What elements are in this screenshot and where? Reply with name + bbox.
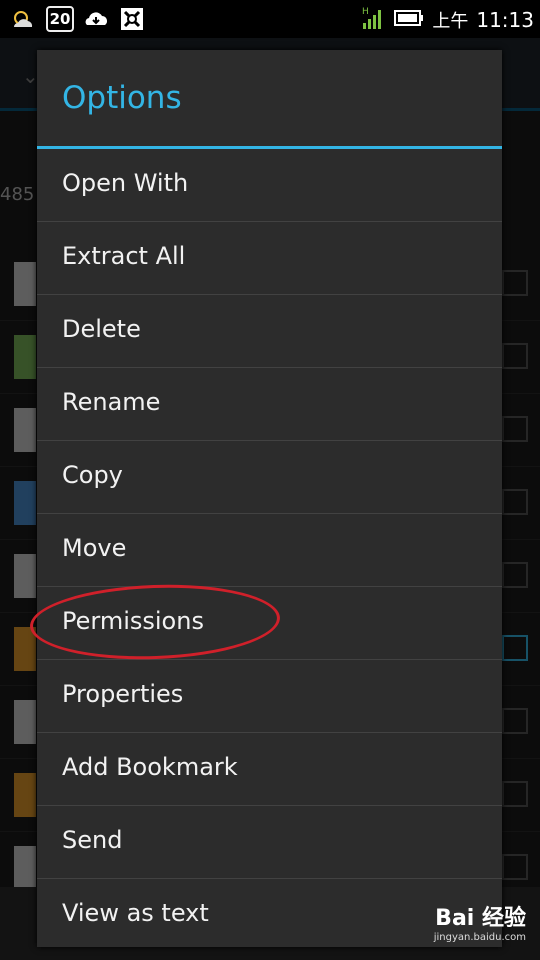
menu-item-label: Copy [62, 461, 123, 489]
watermark-url: jingyan.baidu.com [433, 932, 526, 943]
menu-item-label: Delete [62, 315, 141, 343]
baidu-watermark: Bai 经验 jingyan.baidu.com [434, 900, 526, 943]
network-type: H [362, 7, 369, 17]
menu-item-label: Properties [62, 680, 184, 708]
cloud-icon [82, 5, 110, 33]
menu-item-open-with[interactable]: Open With [37, 149, 502, 222]
menu-item-add-bookmark[interactable]: Add Bookmark [37, 733, 502, 806]
status-ampm: 上午 [432, 11, 469, 32]
weather-icon [10, 5, 38, 33]
menu-item-label: View as text [62, 899, 209, 927]
battery-icon [394, 8, 424, 32]
menu-item-label: Rename [62, 388, 161, 416]
menu-item-send[interactable]: Send [37, 806, 502, 879]
menu-item-label: Open With [62, 169, 189, 197]
status-time: 11:13 [476, 8, 534, 32]
menu-item-delete[interactable]: Delete [37, 295, 502, 368]
menu-item-rename[interactable]: Rename [37, 368, 502, 441]
menu-item-view-as-text[interactable]: View as text [37, 879, 502, 951]
menu-item-extract-all[interactable]: Extract All [37, 222, 502, 295]
menu-item-label: Add Bookmark [62, 753, 238, 781]
menu-item-label: Extract All [62, 242, 186, 270]
watermark-logo: Bai 经验 [435, 906, 526, 931]
menu-item-move[interactable]: Move [37, 514, 502, 587]
menu-item-label: Move [62, 534, 127, 562]
options-menu: Open With Extract All Delete Rename Copy… [37, 149, 502, 951]
options-dialog: Options Open With Extract All Delete Ren… [37, 50, 502, 947]
menu-item-copy[interactable]: Copy [37, 441, 502, 514]
calendar-day: 20 [46, 6, 74, 32]
status-bar: 20 H 上午 11:13 [0, 0, 540, 38]
menu-item-properties[interactable]: Properties [37, 660, 502, 733]
notification-icon [118, 5, 146, 33]
calendar-icon: 20 [46, 5, 74, 33]
menu-item-label: Send [62, 826, 123, 854]
signal-icon: H [360, 5, 386, 35]
dialog-title: Options [62, 80, 182, 116]
